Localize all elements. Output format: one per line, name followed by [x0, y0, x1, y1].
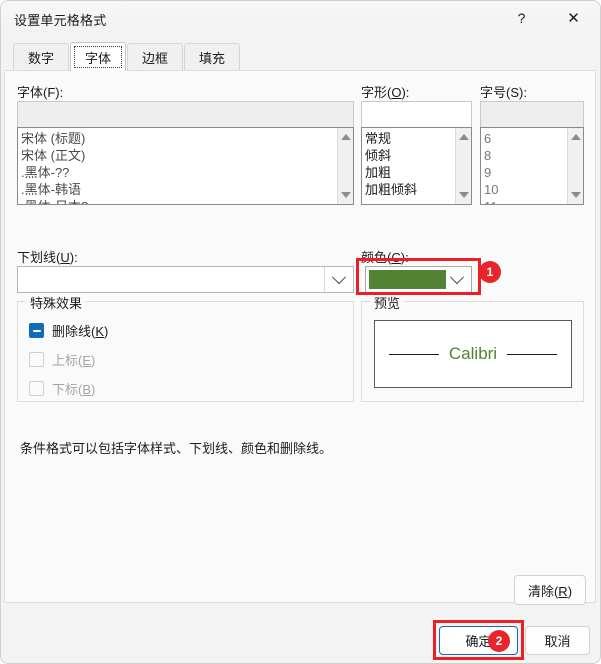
- scroll-down-icon[interactable]: [568, 187, 583, 203]
- list-item[interactable]: 8: [484, 147, 567, 164]
- special-effects-title: 特殊效果: [26, 293, 87, 312]
- checkbox-indicator[interactable]: [29, 381, 44, 396]
- cancel-button[interactable]: 取消: [525, 626, 590, 655]
- title-bar: 设置单元格格式 ? ✕: [1, 1, 600, 35]
- size-input[interactable]: [480, 101, 584, 128]
- checkbox-superscript-label: 上标(E): [52, 353, 96, 368]
- preview-inner: Calibri: [375, 344, 571, 364]
- size-label: 字号(S):: [480, 85, 527, 100]
- size-list-items: 6 8 9 10 11 12: [481, 128, 567, 204]
- list-item[interactable]: 10: [484, 181, 567, 198]
- checkbox-strikethrough-label: 删除线(K): [52, 324, 109, 339]
- list-item[interactable]: 6: [484, 130, 567, 147]
- info-text: 条件格式可以包括字体样式、下划线、颜色和删除线。: [20, 441, 333, 456]
- checkbox-subscript-label: 下标(B): [52, 382, 96, 397]
- tab-border-label: 边框: [142, 51, 169, 66]
- list-item[interactable]: 宋体 (标题): [21, 130, 337, 147]
- preview-box: Calibri: [374, 320, 572, 388]
- scroll-down-icon[interactable]: [338, 187, 353, 203]
- size-list[interactable]: 6 8 9 10 11 12: [480, 127, 584, 205]
- font-list-items: 宋体 (标题) 宋体 (正文) .黑体-?? .黑体-韩语 .黑体-日本? .黑…: [18, 128, 337, 204]
- color-label-pre: 颜色(: [361, 250, 392, 265]
- style-list-items: 常规 倾斜 加粗 加粗倾斜: [362, 128, 455, 204]
- scroll-up-icon[interactable]: [568, 129, 583, 145]
- list-item[interactable]: .黑体-??: [21, 164, 337, 181]
- cancel-button-label: 取消: [544, 634, 571, 649]
- font-list-scrollbar[interactable]: [337, 128, 353, 204]
- list-item[interactable]: 11: [484, 198, 567, 204]
- style-label-post: ):: [401, 85, 410, 100]
- help-icon[interactable]: ?: [499, 1, 544, 34]
- tab-border[interactable]: 边框: [127, 43, 184, 71]
- style-label-key: O: [391, 85, 402, 100]
- style-input[interactable]: [361, 101, 472, 128]
- list-item[interactable]: 9: [484, 164, 567, 181]
- scroll-up-icon[interactable]: [338, 129, 353, 145]
- color-label-key: C: [391, 250, 401, 265]
- scroll-down-icon[interactable]: [456, 187, 471, 203]
- underline-label-key: U: [60, 250, 70, 265]
- underline-label-post: ):: [69, 250, 78, 265]
- font-input[interactable]: [17, 101, 354, 128]
- tab-font-label: 字体: [85, 50, 112, 66]
- tab-strip: 数字 字体 边框 填充: [13, 42, 241, 71]
- list-item[interactable]: .黑体-韩语: [21, 181, 337, 198]
- underline-dropdown-value: [18, 267, 324, 292]
- close-icon[interactable]: ✕: [551, 1, 596, 34]
- font-tab-page: 字体(F): 字形(O): 字号(S): 宋体 (标题) 宋体 (正文) .黑体…: [4, 70, 596, 605]
- tab-font[interactable]: 字体: [70, 42, 127, 71]
- color-dropdown[interactable]: [365, 266, 472, 293]
- dialog-title: 设置单元格格式: [14, 13, 107, 28]
- list-item[interactable]: 加粗倾斜: [365, 181, 455, 198]
- style-list[interactable]: 常规 倾斜 加粗 加粗倾斜: [361, 127, 472, 205]
- color-swatch[interactable]: [369, 270, 446, 289]
- size-list-scrollbar[interactable]: [567, 128, 583, 204]
- font-list[interactable]: 宋体 (标题) 宋体 (正文) .黑体-?? .黑体-韩语 .黑体-日本? .黑…: [17, 127, 354, 205]
- list-item[interactable]: .黑体-日本?: [21, 198, 337, 204]
- annotation-badge-1: 1: [479, 261, 501, 283]
- chevron-down-icon[interactable]: [446, 269, 468, 289]
- checkbox-subscript[interactable]: 下标(B): [29, 379, 95, 398]
- checkbox-superscript[interactable]: 上标(E): [29, 350, 95, 369]
- underline-label: 下划线(U):: [17, 247, 78, 266]
- underline-label-pre: 下划线(: [17, 250, 61, 265]
- clear-button-label: 清除(R): [527, 583, 573, 599]
- list-item[interactable]: 宋体 (正文): [21, 147, 337, 164]
- preview-title: 预览: [370, 293, 405, 312]
- color-label-post: ):: [400, 250, 409, 265]
- scroll-up-icon[interactable]: [456, 129, 471, 145]
- tab-fill-label: 填充: [199, 51, 226, 66]
- checkbox-strikethrough[interactable]: 删除线(K): [29, 321, 108, 340]
- list-item[interactable]: 倾斜: [365, 147, 455, 164]
- checkbox-indicator[interactable]: [29, 352, 44, 367]
- list-item[interactable]: 加粗: [365, 164, 455, 181]
- tab-number-label: 数字: [28, 51, 55, 66]
- clear-button[interactable]: 清除(R): [514, 575, 586, 605]
- tab-fill[interactable]: 填充: [184, 43, 241, 71]
- chevron-down-icon[interactable]: [324, 267, 353, 292]
- color-label: 颜色(C):: [361, 247, 409, 266]
- annotation-badge-2: 2: [488, 630, 510, 652]
- font-label: 字体(F):: [17, 85, 64, 100]
- style-label-pre: 字形(: [361, 85, 392, 100]
- style-label: 字形(O):: [361, 82, 409, 101]
- list-item[interactable]: 常规: [365, 130, 455, 147]
- tab-number[interactable]: 数字: [13, 43, 70, 71]
- style-list-scrollbar[interactable]: [455, 128, 471, 204]
- checkbox-indicator[interactable]: [29, 323, 44, 338]
- underline-dropdown[interactable]: [17, 266, 354, 293]
- preview-sample-text: Calibri: [438, 344, 508, 364]
- format-cells-dialog: 设置单元格格式 ? ✕ 数字 字体 边框 填充 字体(F): 字形(O): 字号…: [0, 0, 601, 664]
